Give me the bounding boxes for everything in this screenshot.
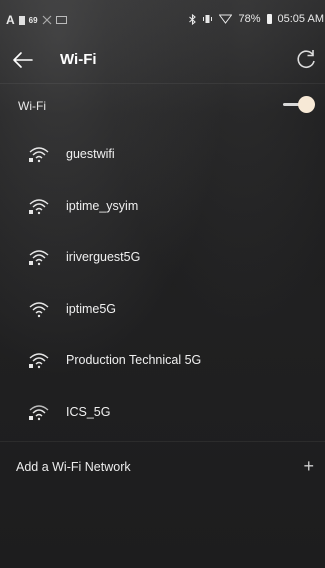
bluetooth-icon	[189, 13, 197, 25]
battery-icon	[266, 14, 272, 24]
wifi-status-icon	[219, 14, 233, 24]
wifi-settings-screen: A 69 78% 05:05 AM Wi-Fi Wi-Fi guestwifi …	[0, 0, 325, 568]
status-time: 05:05 AM	[277, 13, 324, 25]
wifi-secured-icon	[29, 353, 49, 369]
app-bar: Wi-Fi	[0, 42, 325, 80]
refresh-icon	[297, 50, 315, 68]
status-bar: A 69 78% 05:05 AM	[0, 0, 325, 40]
back-button[interactable]	[10, 47, 38, 73]
status-badge: 69	[28, 15, 38, 25]
vibrate-icon	[203, 15, 213, 23]
network-row[interactable]: iptime5G	[0, 284, 325, 336]
wifi-toggle-row[interactable]: Wi-Fi	[0, 85, 325, 125]
close-notification-icon	[42, 15, 52, 25]
network-name: Production Technical 5G	[66, 353, 202, 367]
wifi-open-icon	[29, 301, 49, 317]
header-divider	[0, 83, 325, 84]
screen-notification-icon	[55, 16, 67, 24]
back-arrow-icon	[13, 52, 33, 68]
network-row[interactable]: ICS_5G	[0, 387, 325, 439]
list-divider	[0, 441, 325, 442]
network-list: guestwifi iptime_ysyim iriverguest5G ipt…	[0, 129, 325, 438]
wifi-toggle-switch[interactable]	[283, 96, 315, 114]
network-name: guestwifi	[66, 147, 115, 161]
battery-percent: 78%	[238, 13, 261, 25]
page-title: Wi-Fi	[60, 51, 97, 68]
add-network-row[interactable]: Add a Wi-Fi Network +	[0, 449, 325, 485]
network-row[interactable]: guestwifi	[0, 129, 325, 181]
toggle-knob	[298, 96, 315, 113]
network-row[interactable]: iptime_ysyim	[0, 181, 325, 233]
network-name: iptime5G	[66, 301, 117, 316]
add-network-label: Add a Wi-Fi Network	[16, 460, 131, 474]
wifi-secured-icon	[29, 198, 49, 214]
status-left: A 69	[6, 13, 67, 27]
status-letter: A	[6, 13, 15, 27]
wifi-secured-icon	[29, 250, 49, 266]
network-row[interactable]: iriverguest5G	[0, 232, 325, 284]
network-name: iriverguest5G	[66, 250, 141, 264]
wifi-secured-icon	[29, 404, 49, 420]
wifi-toggle-label: Wi-Fi	[18, 99, 46, 113]
plus-icon[interactable]: +	[303, 456, 314, 477]
status-right: 78% 05:05 AM	[189, 13, 324, 25]
network-name: iptime_ysyim	[66, 198, 139, 213]
network-row[interactable]: Production Technical 5G	[0, 335, 325, 387]
network-name: ICS_5G	[66, 404, 111, 419]
wifi-secured-icon	[29, 147, 49, 163]
refresh-button[interactable]	[293, 46, 319, 72]
download-icon	[18, 15, 25, 25]
